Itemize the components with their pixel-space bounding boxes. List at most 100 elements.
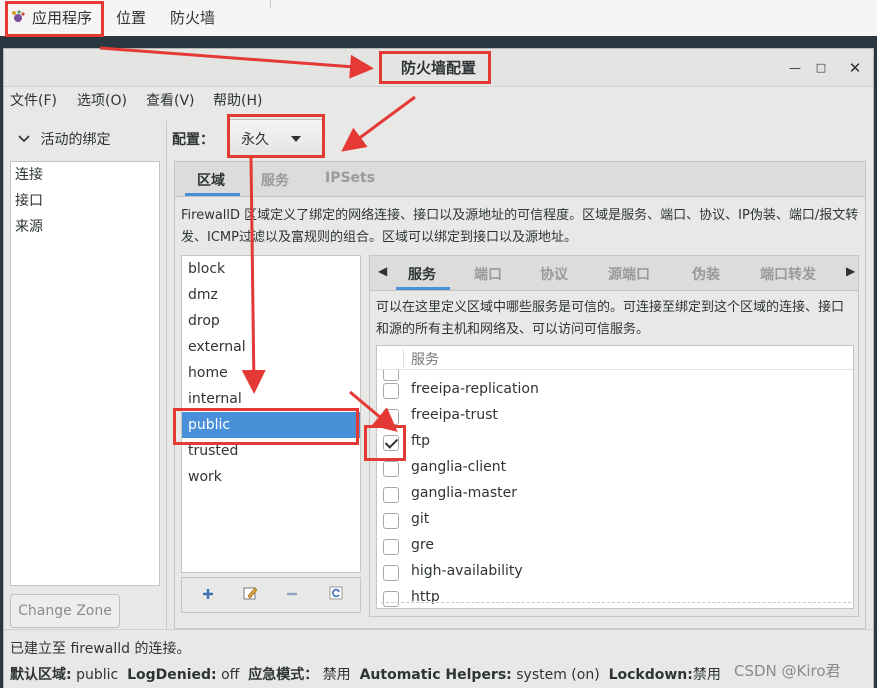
services-pane: 可以在这里定义区域中哪些服务是可信的。可连接至绑定到这个区域的连接、接口和源的所…: [369, 291, 859, 617]
service-row: freeipa-replication: [377, 378, 853, 404]
service-checkbox[interactable]: [383, 383, 399, 399]
zone-item[interactable]: work: [182, 464, 360, 490]
tab-zone-ports[interactable]: 端口: [474, 264, 502, 284]
annotation-box-public: [173, 408, 359, 445]
service-name: git: [411, 511, 430, 527]
close-icon[interactable]: ✕: [844, 57, 866, 79]
service-row: freeipa-trust: [377, 404, 853, 430]
service-name: ganglia-client: [411, 459, 507, 475]
service-row: ganglia-master: [377, 482, 853, 508]
change-zone-button[interactable]: Change Zone: [10, 594, 120, 628]
menu-help[interactable]: 帮助(H): [213, 91, 262, 111]
binding-connections[interactable]: 连接: [11, 162, 159, 188]
places-menu[interactable]: 位置: [116, 0, 146, 36]
service-checkbox[interactable]: [383, 513, 399, 529]
scroll-tabs-right-icon[interactable]: ▶: [846, 264, 855, 278]
zone-item[interactable]: block: [182, 256, 360, 282]
default-zone-label: 默认区域:: [10, 667, 72, 683]
lockdown-label: Lockdown:: [608, 667, 693, 683]
maximize-icon[interactable]: □: [810, 57, 832, 79]
service-name: freeipa-replication: [411, 381, 539, 397]
service-name: gre: [411, 537, 434, 553]
binding-interfaces[interactable]: 接口: [11, 188, 159, 214]
service-checkbox[interactable]: [383, 461, 399, 477]
tab-zone-protocols[interactable]: 协议: [540, 264, 568, 284]
menu-options[interactable]: 选项(O): [77, 91, 127, 111]
zone-item[interactable]: home: [182, 360, 360, 386]
active-bindings-label: 活动的绑定: [40, 132, 111, 148]
annotation-box-ftp: [364, 425, 406, 461]
minimize-icon[interactable]: —: [784, 57, 806, 79]
active-tab-indicator: [185, 193, 240, 196]
scroll-tabs-left-icon[interactable]: ◀: [378, 264, 387, 278]
helpers-label: Automatic Helpers:: [359, 667, 512, 683]
panic-mode-value: 禁用: [322, 667, 351, 683]
service-row: ftp: [377, 430, 853, 456]
logdenied-value: off: [221, 667, 240, 683]
logdenied-label: LogDenied:: [127, 667, 217, 683]
configuration-label: 配置：: [172, 132, 214, 148]
service-name: freeipa-trust: [411, 407, 498, 423]
services-column-header[interactable]: 服务: [377, 346, 853, 370]
tab-zones[interactable]: 区域: [197, 170, 225, 190]
firewall-config-window: 防火墙配置 — □ ✕ 文件(F) 选项(O) 查看(V) 帮助(H) 活动的绑…: [3, 48, 874, 688]
status-info: 默认区域: public LogDenied: off 应急模式： 禁用 Aut…: [10, 664, 721, 684]
edit-zone-icon[interactable]: [238, 584, 262, 608]
zone-toolbar: [181, 577, 361, 613]
service-row: git: [377, 508, 853, 534]
tab-zone-masquerade[interactable]: 伪装: [692, 264, 720, 284]
zone-item[interactable]: drop: [182, 308, 360, 334]
service-checkbox[interactable]: [383, 539, 399, 555]
column-separator: [403, 349, 404, 367]
tab-zone-port-forwarding[interactable]: 端口转发: [760, 264, 816, 284]
service-name: ftp: [411, 433, 431, 449]
binding-sources[interactable]: 来源: [11, 214, 159, 240]
active-bindings-toggle[interactable]: 活动的绑定: [18, 129, 110, 149]
bindings-list: 连接 接口 来源: [10, 161, 160, 586]
panic-mode-label: 应急模式：: [248, 667, 319, 683]
service-checkbox[interactable]: [383, 409, 399, 425]
default-zone-value: public: [76, 667, 119, 683]
service-row: gre: [377, 534, 853, 560]
service-name: high-availability: [411, 563, 523, 579]
main-tab-bar: 区域 服务 IPSets: [174, 161, 866, 197]
services-description: 可以在这里定义区域中哪些服务是可信的。可连接至绑定到这个区域的连接、接口和源的所…: [376, 300, 845, 337]
add-zone-icon[interactable]: [196, 584, 220, 608]
zone-item[interactable]: external: [182, 334, 360, 360]
zone-settings-tab-bar: ◀ 服务 端口 协议 源端口 伪装 端口转发 ▶: [369, 255, 859, 291]
list-scroll-edge: [381, 602, 851, 603]
menu-file[interactable]: 文件(F): [10, 91, 57, 111]
service-checkbox[interactable]: [383, 565, 399, 581]
services-column-label: 服务: [411, 352, 439, 368]
tab-services[interactable]: 服务: [261, 170, 289, 190]
service-checkbox[interactable]: [383, 487, 399, 503]
menu-bar: 文件(F) 选项(O) 查看(V) 帮助(H): [4, 87, 873, 115]
menu-view[interactable]: 查看(V): [146, 91, 195, 111]
helpers-value: system (on): [516, 667, 600, 683]
top-bar: 应用程序 位置 防火墙: [0, 0, 877, 36]
tab-ipsets[interactable]: IPSets: [325, 170, 375, 186]
connection-status: 已建立至 firewalld 的连接。: [10, 641, 191, 657]
services-list: 服务 freeipa-replication freeipa-trust ftp: [376, 345, 854, 609]
service-row: high-availability: [377, 560, 853, 586]
zone-description: FirewallD 区域定义了绑定的网络连接、接口以及源地址的可信程度。区域是服…: [181, 208, 859, 245]
annotation-box-config: [227, 114, 325, 158]
service-row: http: [377, 586, 853, 608]
topbar-divider: [270, 0, 271, 8]
annotation-box-title: [379, 51, 491, 84]
tab-zone-services[interactable]: 服务: [408, 264, 436, 284]
zone-item[interactable]: dmz: [182, 282, 360, 308]
watermark: CSDN @Kiro君: [734, 662, 841, 680]
active-inner-tab-indicator: [396, 287, 450, 290]
reload-zone-icon[interactable]: [324, 584, 348, 608]
chevron-down-icon: [18, 132, 34, 148]
service-name: ganglia-master: [411, 485, 518, 501]
annotation-box-apps: [5, 1, 104, 37]
tab-zone-source-ports[interactable]: 源端口: [608, 264, 650, 284]
remove-zone-icon[interactable]: [280, 584, 304, 608]
lockdown-value: 禁用: [692, 667, 721, 683]
sidebar-divider: [166, 121, 167, 631]
service-checkbox[interactable]: [383, 591, 399, 607]
firewall-app-menu[interactable]: 防火墙: [170, 0, 215, 36]
service-row: ganglia-client: [377, 456, 853, 482]
